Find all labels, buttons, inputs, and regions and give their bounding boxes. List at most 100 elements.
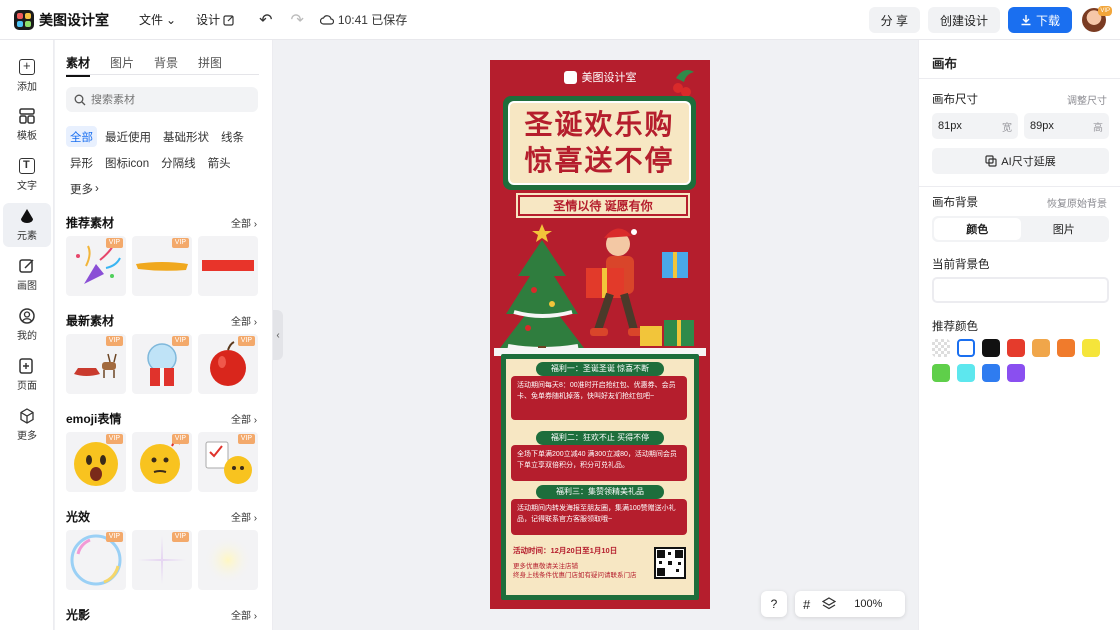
help-button[interactable]: ?	[761, 591, 787, 617]
avatar[interactable]: VIP	[1082, 6, 1112, 32]
color-swatch[interactable]	[982, 364, 1000, 382]
nav-page[interactable]: 页面	[3, 353, 51, 397]
color-swatch[interactable]	[1032, 339, 1050, 357]
chip-lines[interactable]: 线条	[217, 126, 248, 147]
chip-dividers[interactable]: 分隔线	[157, 152, 200, 173]
adjust-size-link[interactable]: 调整尺寸	[1067, 92, 1107, 107]
text-icon: T	[19, 158, 35, 174]
asset-thumb[interactable]: VIP	[132, 334, 192, 394]
chevron-down-icon: ⌄	[166, 12, 177, 27]
all-link-label: 全部	[231, 611, 251, 622]
headline-line-1: 圣诞欢乐购	[524, 109, 675, 140]
redo-icon[interactable]: ↷	[291, 10, 304, 30]
section-emoji-all[interactable]: 全部 ›	[231, 411, 257, 426]
perk-1-body: 活动期间每天8：00准时开启抢红包、优惠券、会员卡、免单券随机掉落，快叫好友们抢…	[511, 376, 687, 420]
color-swatch[interactable]	[957, 339, 975, 357]
asset-thumb[interactable]: VIP	[132, 432, 192, 492]
qr-pattern	[657, 550, 683, 576]
asset-thumb[interactable]: VIP	[132, 530, 192, 590]
undo-icon[interactable]: ↶	[259, 10, 272, 30]
section-shadow-all[interactable]: 全部 ›	[231, 607, 257, 622]
color-swatch[interactable]	[1082, 339, 1100, 357]
chip-arrows[interactable]: 箭头	[204, 152, 235, 173]
nav-more[interactable]: 更多	[3, 403, 51, 447]
width-input[interactable]	[938, 120, 988, 132]
color-swatch[interactable]	[932, 364, 950, 382]
search-input[interactable]	[91, 93, 241, 106]
asset-thumb[interactable]: VIP	[198, 432, 258, 492]
template-icon	[19, 108, 35, 124]
chip-icons[interactable]: 图标icon	[101, 152, 153, 173]
asset-thumb[interactable]: VIP	[66, 432, 126, 492]
nav-elements[interactable]: 元素	[3, 203, 51, 247]
asset-thumb[interactable]: VIP	[66, 530, 126, 590]
download-button[interactable]: 下载	[1007, 7, 1072, 33]
reset-bg-link[interactable]: 恢复原始背景	[1047, 195, 1107, 210]
user-icon	[19, 308, 35, 324]
color-swatch[interactable]	[982, 339, 1000, 357]
layers-icon[interactable]	[822, 597, 837, 611]
canvas-settings-panel: 画布 画布尺寸 调整尺寸 宽 高 AI尺寸延展 画布背景 恢复原始背景 颜色 图…	[918, 40, 1120, 630]
height-unit: 高	[1093, 122, 1103, 134]
design-menu[interactable]: 设计	[188, 11, 243, 28]
perk-1-title: 福利一：圣诞圣诞 惊喜不断	[536, 362, 664, 376]
file-menu[interactable]: 文件 ⌄	[131, 11, 184, 28]
chevron-left-icon: ‹	[276, 329, 280, 341]
width-unit: 宽	[1002, 122, 1012, 134]
nav-page-label: 页面	[17, 381, 37, 392]
color-swatch[interactable]	[1007, 364, 1025, 382]
section-recommended-all[interactable]: 全部 ›	[231, 215, 257, 230]
width-field[interactable]: 宽	[932, 113, 1018, 139]
color-swatch[interactable]	[957, 364, 975, 382]
create-design-button[interactable]: 创建设计	[927, 7, 1000, 33]
nav-mine-label: 我的	[17, 331, 37, 342]
current-bg-color[interactable]	[932, 277, 1109, 303]
color-swatch[interactable]	[1057, 339, 1075, 357]
chip-irregular[interactable]: 异形	[66, 152, 97, 173]
ai-extend-button[interactable]: AI尺寸延展	[932, 148, 1109, 174]
share-button[interactable]: 分 享	[868, 7, 920, 33]
nav-draw[interactable]: 画图	[3, 253, 51, 297]
vip-badge: VIP	[171, 238, 189, 248]
color-swatch[interactable]	[932, 339, 950, 357]
chip-more[interactable]: 更多 ›	[66, 178, 103, 199]
nav-template[interactable]: 模板	[3, 103, 51, 147]
asset-thumb[interactable]	[198, 530, 258, 590]
poster-brand-text: 美图设计室	[581, 72, 637, 84]
chip-recent[interactable]: 最近使用	[101, 126, 155, 147]
asset-thumb[interactable]: VIP	[66, 334, 126, 394]
design-canvas[interactable]: 美图设计室 圣诞欢乐购 惊喜送不停 圣情以待 诞愿有你 福利一：圣诞圣诞 惊喜不…	[490, 60, 710, 609]
height-input[interactable]	[1030, 120, 1080, 132]
bg-color-option[interactable]: 颜色	[934, 218, 1021, 240]
top-bar: 美图设计室 文件 ⌄ 设计 ↶ ↷ 10:41 已保存 分 享 创建设计 下载 V…	[0, 0, 1120, 40]
nav-text[interactable]: T 文字	[3, 153, 51, 197]
asset-thumb[interactable]	[198, 236, 258, 296]
grid-icon[interactable]: #	[803, 597, 810, 612]
nav-add[interactable]: + 添加	[3, 54, 51, 98]
collapse-panel-button[interactable]: ‹	[273, 310, 283, 360]
chip-basic-shapes[interactable]: 基础形状	[159, 126, 213, 147]
chip-all[interactable]: 全部	[66, 126, 97, 147]
asset-thumb[interactable]: VIP	[198, 334, 258, 394]
section-latest-all[interactable]: 全部 ›	[231, 313, 257, 328]
footnote-2: 终身上线条件优惠门店如有疑问请联系门店	[513, 572, 637, 579]
zoom-level[interactable]: 100%	[854, 598, 882, 610]
cloud-icon	[319, 14, 334, 25]
vip-badge: VIP	[105, 336, 123, 346]
asset-thumb[interactable]: VIP	[66, 236, 126, 296]
canvas-bg-label: 画布背景	[932, 197, 978, 209]
bg-image-option[interactable]: 图片	[1021, 218, 1108, 240]
vip-badge: VIP	[171, 532, 189, 542]
nav-mine[interactable]: 我的	[3, 303, 51, 347]
divider	[919, 78, 1120, 79]
color-swatch[interactable]	[1007, 339, 1025, 357]
height-field[interactable]: 高	[1024, 113, 1109, 139]
current-bg-label: 当前背景色	[932, 259, 990, 271]
asset-thumb[interactable]: VIP	[132, 236, 192, 296]
nav-draw-label: 画图	[17, 281, 37, 292]
section-glow-all[interactable]: 全部 ›	[231, 509, 257, 524]
search-box[interactable]	[66, 87, 258, 112]
app-logo[interactable]: 美图设计室	[14, 9, 109, 30]
cube-icon	[20, 408, 34, 424]
vip-badge: VIP	[237, 336, 255, 346]
